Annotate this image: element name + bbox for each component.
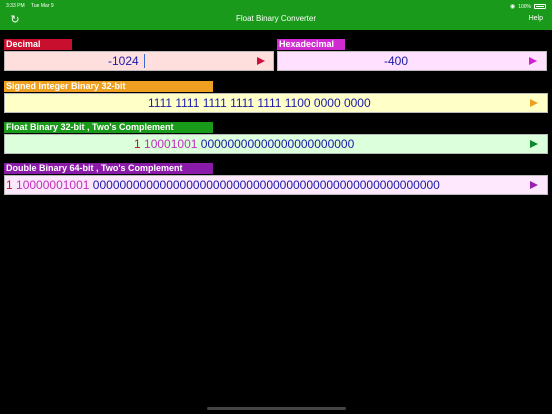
wifi-icon: ◉	[509, 4, 516, 10]
double64-exponent: 10000001001	[16, 178, 90, 192]
int32-value[interactable]: 1111 1111 1111 1111 1111 1100 0000 0000	[148, 94, 371, 112]
hex-label: Hexadecimal	[277, 39, 345, 50]
status-date: Tue Mar 9	[31, 3, 54, 9]
home-indicator[interactable]	[207, 407, 346, 410]
help-button[interactable]: Help	[529, 15, 543, 22]
decimal-value[interactable]: -1024	[108, 52, 139, 70]
double64-label: Double Binary 64-bit , Two's Complement	[4, 163, 213, 174]
text-cursor	[144, 54, 145, 68]
battery-icon	[534, 4, 546, 9]
battery-percent: 100%	[518, 3, 531, 10]
int32-label: Signed Integer Binary 32-bit	[4, 81, 213, 92]
double64-field[interactable]: 1 10000001001 00000000000000000000000000…	[4, 175, 548, 195]
float32-mantissa: 00000000000000000000000	[200, 137, 355, 151]
nav-bar: ↻ Float Binary Converter Help	[0, 11, 552, 30]
float32-exponent: 10001001	[144, 137, 198, 151]
float32-label: Float Binary 32-bit , Two's Complement	[4, 122, 213, 133]
status-right: ◉ 100%	[510, 3, 546, 10]
status-time: 3:33 PM	[6, 3, 25, 9]
double64-value[interactable]: 1 10000001001 00000000000000000000000000…	[6, 176, 440, 194]
decimal-label: Decimal	[4, 39, 72, 50]
int32-field[interactable]: 1111 1111 1111 1111 1111 1100 0000 0000	[4, 93, 548, 113]
decimal-field[interactable]: -1024	[4, 51, 274, 71]
decimal-convert-button[interactable]	[257, 57, 265, 65]
float32-sign: 1	[134, 137, 141, 151]
status-bar: 3:33 PM Tue Mar 9 ◉ 100%	[0, 0, 552, 11]
float32-field[interactable]: 1 10001001 00000000000000000000000	[4, 134, 548, 154]
float32-convert-button[interactable]	[530, 140, 538, 148]
page-title: Float Binary Converter	[235, 14, 317, 23]
float32-value[interactable]: 1 10001001 00000000000000000000000	[134, 135, 354, 153]
double64-convert-button[interactable]	[530, 181, 538, 189]
hex-value[interactable]: -400	[384, 52, 408, 70]
double64-mantissa: 0000000000000000000000000000000000000000…	[92, 178, 440, 192]
hex-convert-button[interactable]	[529, 57, 537, 65]
hex-field[interactable]: -400	[277, 51, 547, 71]
double64-sign: 1	[6, 178, 13, 192]
int32-convert-button[interactable]	[530, 99, 538, 107]
